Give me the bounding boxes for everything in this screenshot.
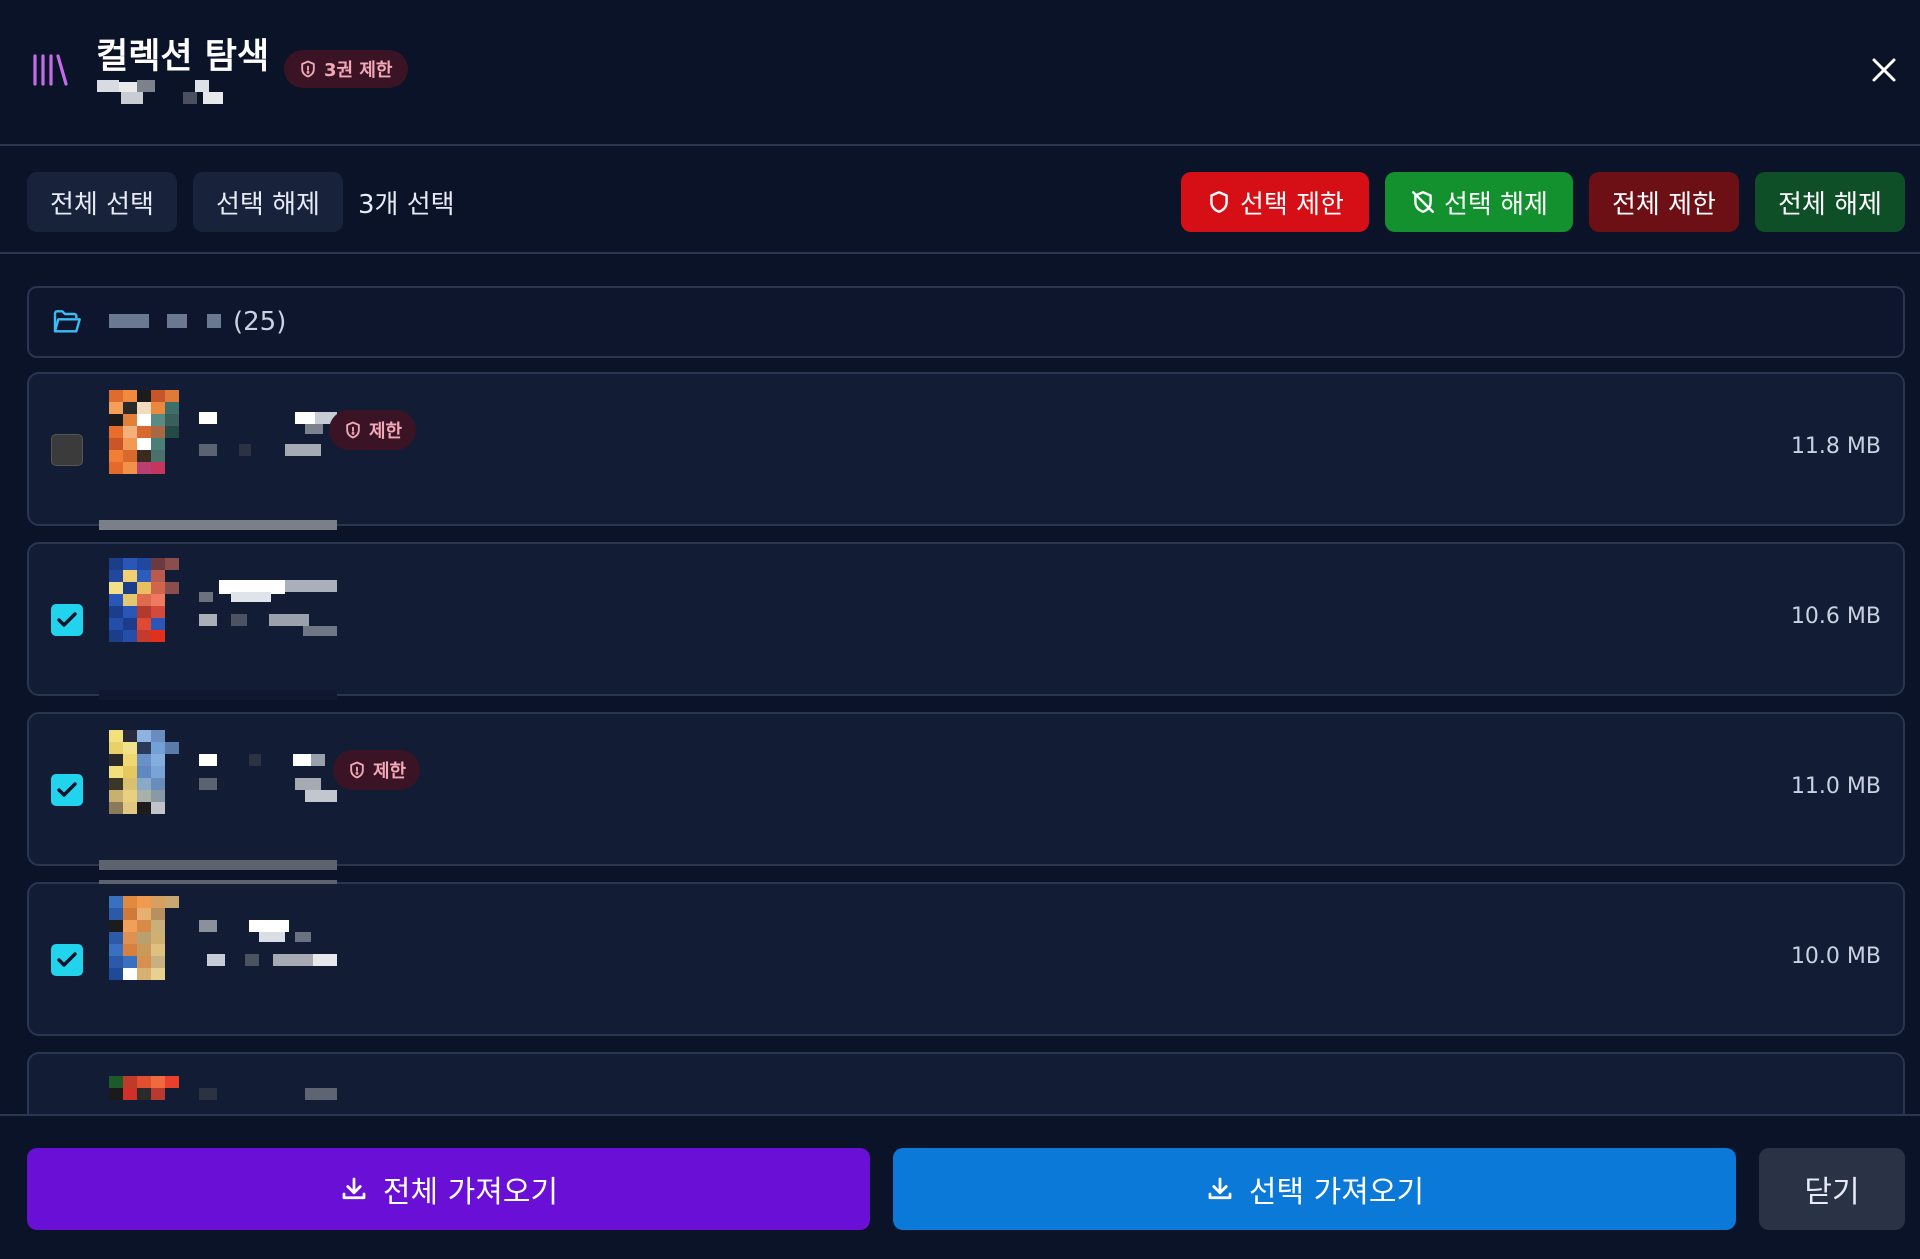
selected-count: 3개 선택: [358, 190, 455, 220]
deselect-button[interactable]: 선택 해제: [193, 172, 343, 232]
check-icon: [57, 782, 77, 797]
footer: 전체 가져오기 선택 가져오기 닫기: [0, 1114, 1920, 1259]
item-size: 10.6 MB: [1790, 604, 1881, 629]
shield-icon: [301, 60, 315, 78]
restricted-badge: 제한: [329, 410, 417, 450]
close-icon[interactable]: [1866, 52, 1902, 88]
shield-off-icon: [1412, 191, 1434, 213]
import-selected-button[interactable]: 선택 가져오기: [893, 1148, 1736, 1230]
restricted-badge-label: 제한: [373, 761, 407, 782]
restrict-selected-button[interactable]: 선택 제한: [1181, 172, 1369, 232]
folder-count: (25): [233, 307, 287, 337]
page-title: 컬렉션 탐색: [96, 37, 270, 77]
list-item[interactable]: 10.6 MB: [27, 542, 1905, 700]
item-size: 10.0 MB: [1790, 944, 1881, 969]
folder-name-redacted: [109, 314, 229, 330]
unrestrict-all-label: 전체 해제: [1778, 189, 1882, 220]
close-label: 닫기: [1804, 1175, 1860, 1210]
download-icon: [342, 1177, 366, 1200]
unrestrict-all-button[interactable]: 전체 해제: [1755, 172, 1905, 232]
check-icon: [57, 612, 77, 627]
restriction-badge-label: 3권 제한: [324, 60, 393, 81]
list-item[interactable]: [27, 1052, 1905, 1114]
import-selected-label: 선택 가져오기: [1248, 1175, 1425, 1210]
select-all-label: 전체 선택: [50, 189, 154, 220]
unrestrict-selected-label: 선택 해제: [1444, 189, 1548, 220]
deselect-label: 선택 해제: [216, 189, 320, 220]
close-button[interactable]: 닫기: [1759, 1148, 1905, 1230]
shield-icon: [346, 421, 360, 439]
list-item[interactable]: 제한 11.0 MB: [27, 712, 1905, 870]
restriction-badge: 3권 제한: [284, 50, 409, 88]
item-thumbnail: [99, 558, 337, 700]
item-thumbnail: [99, 730, 337, 870]
item-checkbox[interactable]: [51, 774, 83, 806]
collection-list[interactable]: (25) 제한 11.8 MB 10.6 MB 제한 11.0 MB 10.0 …: [0, 256, 1920, 1114]
item-checkbox[interactable]: [51, 604, 83, 636]
item-thumbnail: [99, 390, 337, 530]
import-all-button[interactable]: 전체 가져오기: [27, 1148, 870, 1230]
restricted-badge: 제한: [333, 750, 421, 790]
shield-icon: [350, 761, 364, 779]
item-thumbnail: [109, 1076, 337, 1100]
library-icon: [33, 54, 68, 86]
restrict-selected-label: 선택 제한: [1240, 189, 1344, 220]
list-item[interactable]: 10.0 MB: [27, 880, 1905, 1036]
import-all-label: 전체 가져오기: [382, 1175, 559, 1210]
item-thumbnail: [99, 880, 337, 980]
item-checkbox[interactable]: [51, 944, 83, 976]
shield-icon: [1210, 191, 1228, 213]
folder-open-icon: [53, 310, 81, 333]
item-size: 11.8 MB: [1790, 434, 1881, 459]
download-icon: [1208, 1177, 1232, 1200]
toolbar: 전체 선택 선택 해제 3개 선택 선택 제한 선택 해제 전체 제한 전체 해…: [0, 148, 1920, 254]
restrict-all-label: 전체 제한: [1612, 189, 1716, 220]
restrict-all-button[interactable]: 전체 제한: [1589, 172, 1739, 232]
check-icon: [57, 952, 77, 967]
header: 컬렉션 탐색 3권 제한: [0, 0, 1920, 146]
item-checkbox[interactable]: [51, 434, 83, 466]
restricted-badge-label: 제한: [369, 421, 403, 442]
item-size: 11.0 MB: [1790, 774, 1881, 799]
list-item[interactable]: 제한 11.8 MB: [27, 372, 1905, 530]
subtitle-redacted: [97, 80, 237, 108]
select-all-button[interactable]: 전체 선택: [27, 172, 177, 232]
unrestrict-selected-button[interactable]: 선택 해제: [1385, 172, 1573, 232]
folder-row[interactable]: (25): [27, 286, 1905, 358]
